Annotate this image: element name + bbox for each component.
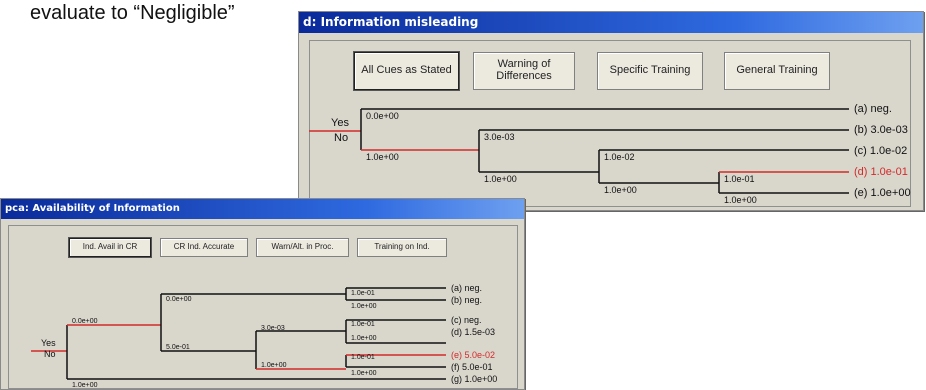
event-tree-pca: Yes No 0.0e+00 1.0e+00 0.0e+00 5.0e-01 1…: [31, 283, 497, 389]
branch-value: 1.0e+00: [604, 185, 637, 195]
outcome-label: (c) neg.: [451, 315, 482, 325]
branch-value: 1.0e+00: [484, 174, 517, 184]
branch-value: 1.0e+00: [351, 335, 377, 342]
window-availability-of-information: pca: Availability of Information Ind. Av…: [0, 198, 525, 390]
outcome-label: (c) 1.0e-02: [854, 145, 907, 157]
outcome-label: (a) neg.: [451, 283, 482, 293]
outcome-label: (f) 5.0e-01: [451, 362, 493, 372]
yes-label: Yes: [41, 338, 56, 348]
caption-text: evaluate to “Negligible”: [30, 2, 235, 24]
branch-value: 1.0e-01: [724, 174, 755, 184]
outcome-label: (d) 1.5e-03: [451, 327, 495, 337]
outcome-label: (b) neg.: [451, 295, 482, 305]
branch-value: 1.0e+00: [351, 370, 377, 377]
branch-value: 5.0e-01: [166, 344, 190, 351]
branch-value: 1.0e+00: [261, 362, 287, 369]
yes-label: Yes: [331, 117, 349, 129]
branch-value: 1.0e-01: [351, 354, 375, 361]
outcome-label-highlighted: (d) 1.0e-01: [854, 166, 908, 178]
outcome-label-highlighted: (e) 5.0e-02: [451, 350, 495, 360]
branch-value: 0.0e+00: [366, 111, 399, 121]
branch-value: 1.0e+00: [72, 382, 98, 389]
outcome-label: (g) 1.0e+00: [451, 374, 497, 384]
branch-value: 1.0e+00: [724, 195, 757, 205]
branch-value: 1.0e+00: [351, 303, 377, 310]
event-tree-d: Yes No 0.0e+00 1.0e+00 3.0e-03 1.0e+00 1…: [309, 103, 911, 205]
branch-value: 1.0e-02: [604, 152, 635, 162]
branch-value: 0.0e+00: [72, 318, 98, 325]
outcome-label: (e) 1.0e+00: [854, 187, 911, 199]
no-label: No: [334, 132, 348, 144]
outcome-label: (a) neg.: [854, 103, 892, 115]
branch-value: 3.0e-03: [261, 325, 285, 332]
window-information-misleading: d: Information misleading All Cues as St…: [298, 11, 924, 211]
no-label: No: [44, 349, 56, 359]
branch-value: 1.0e-01: [351, 290, 375, 297]
branch-value: 1.0e+00: [366, 152, 399, 162]
branch-value: 0.0e+00: [166, 296, 192, 303]
branch-value: 1.0e-01: [351, 321, 375, 328]
outcome-label: (b) 3.0e-03: [854, 124, 908, 136]
branch-value: 3.0e-03: [484, 132, 515, 142]
